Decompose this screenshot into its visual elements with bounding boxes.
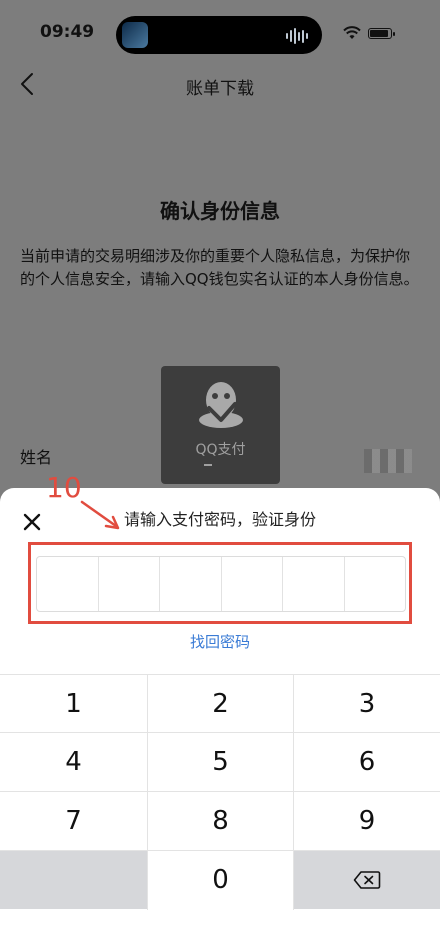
- dynamic-island: [116, 16, 322, 54]
- password-sheet: 请输入支付密码，验证身份 10 找回密码 1 2 3 4 5 6 7 8 9 0: [0, 471, 440, 938]
- backspace-icon: [353, 871, 381, 889]
- privacy-description: 当前申请的交易明细涉及你的重要个人隐私信息，为保护你的个人信息安全，请输入QQ钱…: [20, 247, 419, 288]
- navigation-bar: 账单下载: [0, 62, 440, 106]
- key-7[interactable]: 7: [0, 792, 147, 850]
- annotation-number: 10: [46, 471, 82, 504]
- battery-icon: [368, 28, 395, 39]
- now-playing-thumbnail: [122, 22, 148, 48]
- page-title: 账单下载: [186, 79, 254, 99]
- key-2[interactable]: 2: [148, 675, 293, 733]
- forgot-password-link[interactable]: 找回密码: [0, 631, 440, 652]
- qq-pay-loading-tile: QQ支付: [161, 366, 280, 484]
- status-time: 09:49: [40, 22, 95, 42]
- qq-penguin-icon: [199, 382, 243, 428]
- audio-wave-icon: [286, 28, 310, 44]
- sheet-title: 请输入支付密码，验证身份: [123, 510, 316, 529]
- wifi-icon: [343, 26, 361, 39]
- key-9[interactable]: 9: [294, 792, 440, 850]
- key-5[interactable]: 5: [148, 733, 293, 791]
- qq-pay-label: QQ支付: [195, 442, 246, 458]
- numeric-keypad: 1 2 3 4 5 6 7 8 9 0: [0, 674, 440, 938]
- key-4[interactable]: 4: [0, 733, 147, 791]
- annotation-highlight-box: [28, 542, 412, 624]
- key-6[interactable]: 6: [294, 733, 440, 791]
- key-8[interactable]: 8: [148, 792, 293, 850]
- key-3[interactable]: 3: [294, 675, 440, 733]
- qq-pay-dash: [204, 464, 212, 466]
- masked-name-value: [364, 449, 412, 473]
- key-blank: [0, 851, 147, 909]
- section-heading: 确认身份信息: [160, 199, 280, 223]
- key-backspace[interactable]: [294, 851, 440, 909]
- status-bar: 09:49: [0, 0, 440, 70]
- key-1[interactable]: 1: [0, 675, 147, 733]
- name-label: 姓名: [20, 448, 53, 467]
- annotation-arrow-icon: [80, 500, 120, 530]
- key-0[interactable]: 0: [148, 851, 293, 909]
